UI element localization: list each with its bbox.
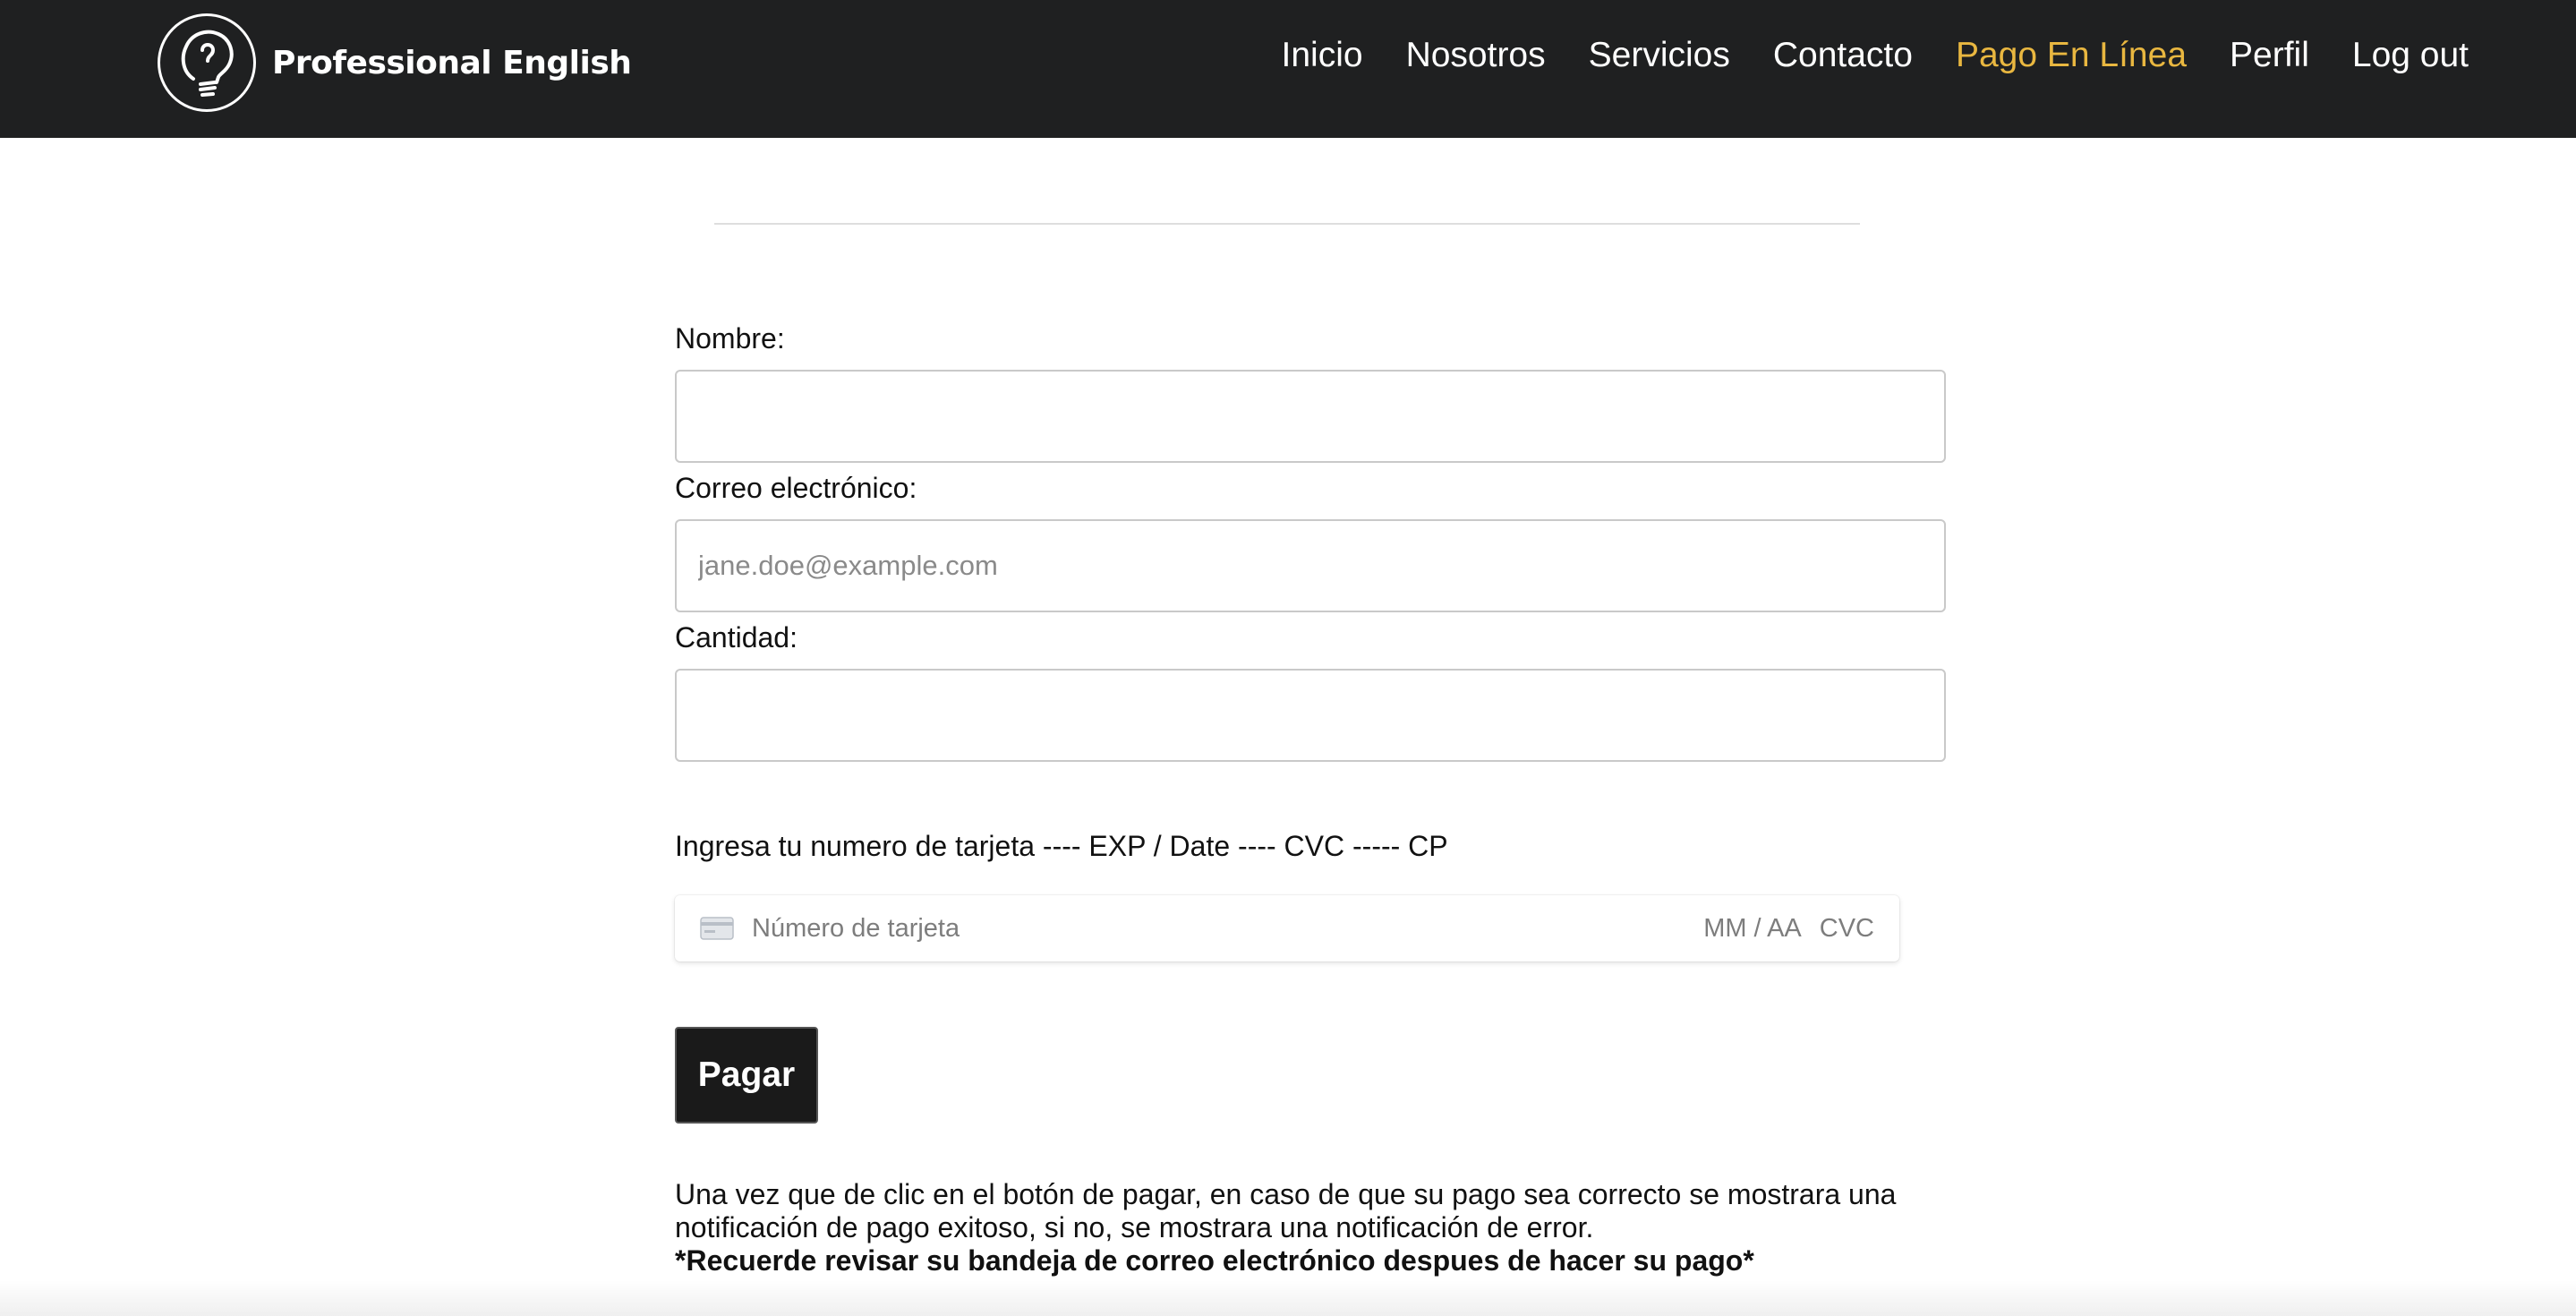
nav-log-out[interactable]: Log out (2352, 36, 2469, 75)
section-divider (714, 223, 1860, 225)
payment-form: Nombre: Correo electrónico: Cantidad: (675, 322, 1946, 762)
email-label: Correo electrónico: (675, 472, 917, 504)
top-navbar: Professional English Inicio Nosotros Ser… (0, 0, 2576, 138)
name-input[interactable] (675, 370, 1946, 463)
brand[interactable]: Professional English (158, 13, 632, 112)
credit-card-icon (700, 917, 734, 940)
amount-input[interactable] (675, 669, 1946, 762)
card-cvc-field[interactable]: CVC (1820, 914, 1874, 944)
payment-info-text: Una vez que de clic en el botón de pagar… (675, 1178, 1897, 1243)
card-element[interactable]: Número de tarjeta MM / AA CVC (675, 895, 1899, 961)
head-lightbulb-logo-icon (158, 13, 256, 112)
nav-pago-en-linea[interactable]: Pago En Línea (1956, 36, 2187, 75)
nav-contacto[interactable]: Contacto (1773, 36, 1913, 75)
pay-button[interactable]: Pagar (675, 1027, 818, 1124)
card-instructions: Ingresa tu numero de tarjeta ---- EXP / … (675, 830, 1448, 862)
card-number-field[interactable]: Número de tarjeta (752, 914, 1703, 944)
amount-label: Cantidad: (675, 621, 798, 654)
nav-nosotros[interactable]: Nosotros (1406, 36, 1546, 75)
name-label: Nombre: (675, 322, 785, 355)
email-input[interactable] (675, 519, 1946, 612)
bottom-shadow (0, 1280, 2576, 1316)
main-nav: Inicio Nosotros Servicios Contacto Pago … (1282, 36, 2469, 75)
payment-info: Una vez que de clic en el botón de pagar… (675, 1178, 1946, 1278)
card-expiry-field[interactable]: MM / AA (1703, 914, 1802, 944)
brand-name: Professional English (272, 44, 632, 81)
nav-perfil[interactable]: Perfil (2230, 36, 2309, 75)
nav-inicio[interactable]: Inicio (1282, 36, 1363, 75)
nav-servicios[interactable]: Servicios (1589, 36, 1730, 75)
email-reminder: *Recuerde revisar su bandeja de correo e… (675, 1244, 1754, 1277)
